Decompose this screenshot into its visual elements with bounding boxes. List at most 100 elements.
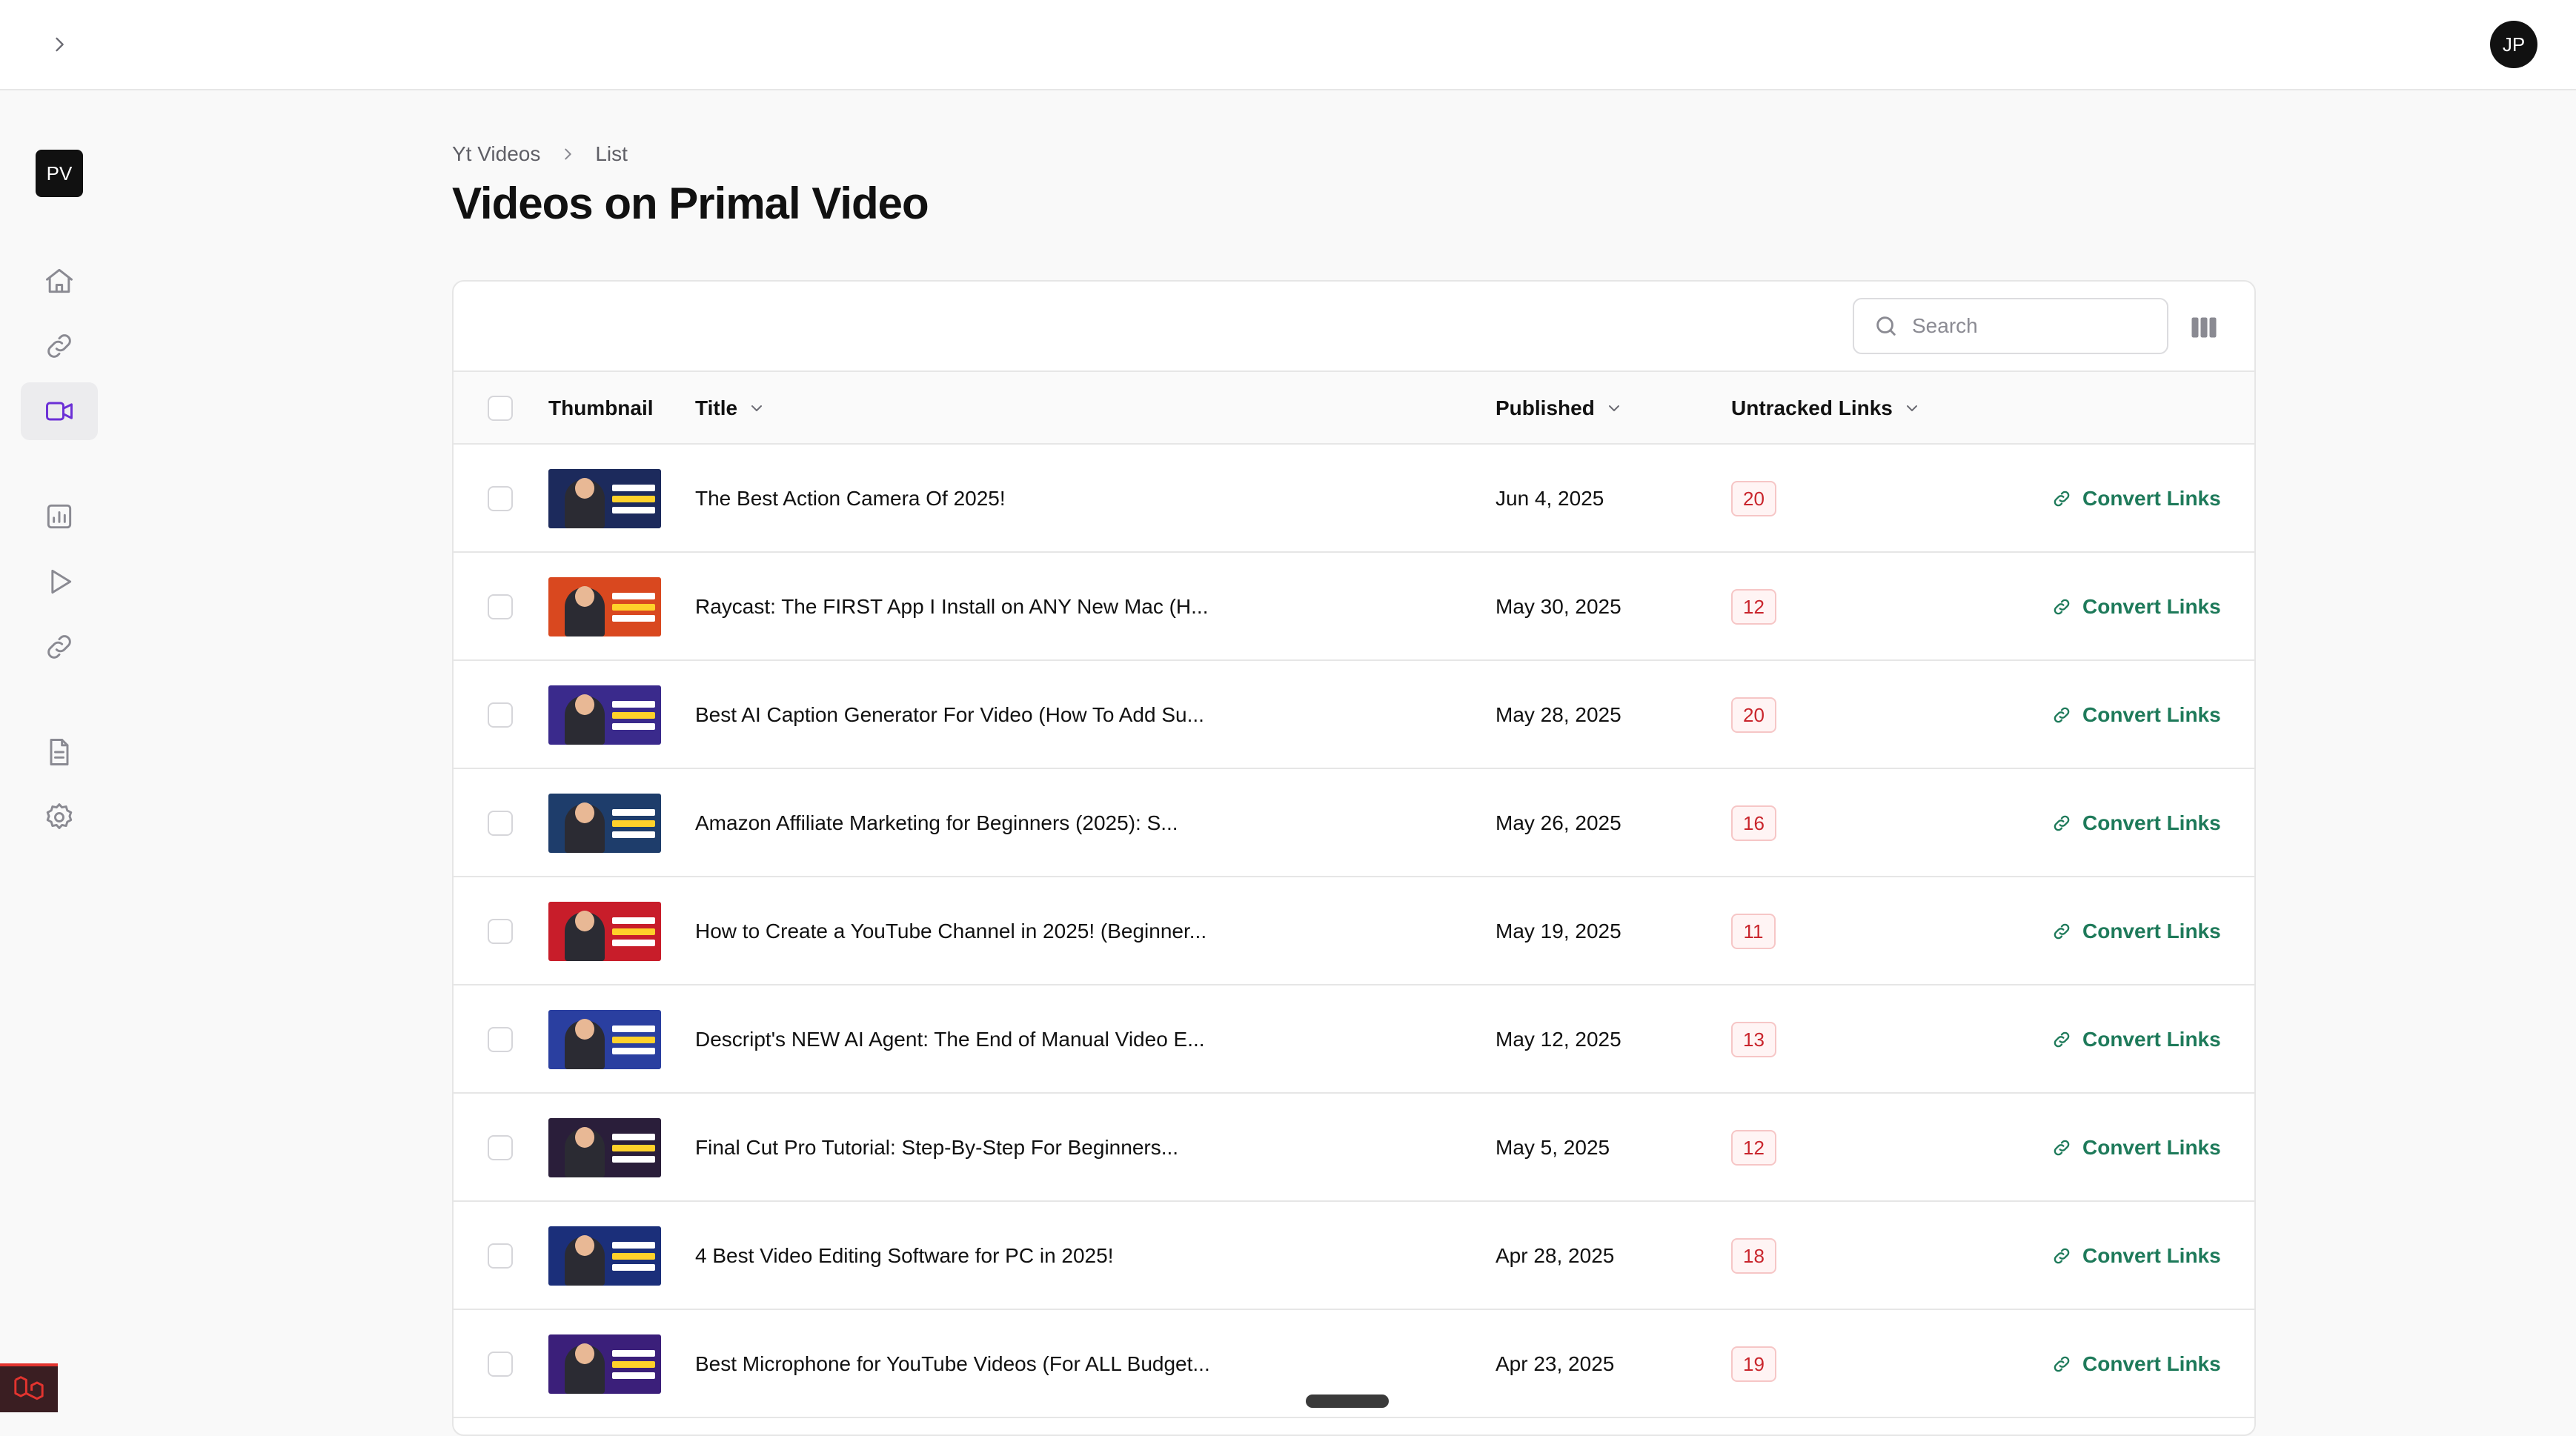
row-checkbox[interactable] [488, 594, 513, 619]
published-date: May 28, 2025 [1496, 703, 1621, 726]
thumbnail-face [575, 586, 594, 607]
toggle-columns-button[interactable] [2188, 311, 2220, 344]
column-header-published[interactable]: Published [1496, 372, 1623, 445]
link-icon [2054, 1248, 2070, 1264]
row-checkbox[interactable] [488, 919, 513, 944]
row-checkbox[interactable] [488, 1352, 513, 1377]
video-camera-icon [46, 402, 73, 421]
untracked-links-badge: 16 [1731, 805, 1776, 841]
convert-links-button[interactable]: Convert Links [2051, 985, 2221, 1094]
convert-links-button[interactable]: Convert Links [2051, 1202, 2221, 1310]
video-title: Raycast: The FIRST App I Install on ANY … [695, 595, 1209, 618]
table-header: Thumbnail Title Published Untracked Link… [454, 372, 2254, 445]
link-icon [2054, 1140, 2070, 1156]
table-row[interactable]: Descript's NEW AI Agent: The End of Manu… [454, 985, 2254, 1094]
untracked-links-badge: 18 [1731, 1238, 1776, 1274]
thumbnail-face [575, 1127, 594, 1148]
thumbnail-text [612, 800, 655, 847]
debug-toolbar-tab[interactable] [0, 1363, 58, 1412]
row-checkbox[interactable] [488, 1027, 513, 1052]
convert-links-button[interactable]: Convert Links [2051, 553, 2221, 661]
table-row[interactable]: The Best Action Camera Of 2025! Jun 4, 20… [454, 445, 2254, 553]
search-icon [1876, 316, 1896, 336]
convert-links-button[interactable]: Convert Links [2051, 1094, 2221, 1202]
table-row[interactable]: Amazon Affiliate Marketing for Beginners… [454, 769, 2254, 877]
chevron-down-icon [1608, 405, 1619, 411]
video-thumbnail[interactable] [548, 1010, 661, 1069]
untracked-links-badge: 13 [1731, 1022, 1776, 1057]
user-avatar[interactable]: JP [2490, 21, 2537, 68]
convert-links-button[interactable]: Convert Links [2051, 445, 2221, 553]
sidebar-item-home[interactable] [21, 252, 98, 310]
video-thumbnail[interactable] [548, 1118, 661, 1177]
thumbnail-text [612, 908, 655, 955]
thumbnail-text [612, 1124, 655, 1171]
convert-links-button[interactable]: Convert Links [2051, 661, 2221, 769]
table-row[interactable]: How to Create a YouTube Channel in 2025!… [454, 877, 2254, 985]
scroll-handle[interactable] [1306, 1395, 1389, 1408]
table-row[interactable]: Final Cut Pro Tutorial: Step-By-Step For… [454, 1094, 2254, 1202]
video-thumbnail[interactable] [548, 1226, 661, 1286]
sidebar-item-links[interactable] [21, 317, 98, 375]
home-icon [46, 268, 73, 293]
published-date: Apr 28, 2025 [1496, 1244, 1615, 1267]
published-date: May 19, 2025 [1496, 920, 1621, 943]
link-icon [2054, 707, 2070, 723]
select-all-checkbox[interactable] [488, 396, 513, 421]
row-checkbox[interactable] [488, 702, 513, 728]
row-checkbox[interactable] [488, 811, 513, 836]
columns-icon [2191, 317, 2217, 338]
thumbnail-face [575, 1235, 594, 1256]
convert-links-label: Convert Links [2082, 920, 2221, 943]
row-checkbox[interactable] [488, 486, 513, 511]
column-header-untracked-links[interactable]: Untracked Links [1731, 372, 1921, 445]
link-icon [47, 334, 71, 358]
play-icon [51, 569, 72, 594]
sidebar-item-documents[interactable] [21, 723, 98, 781]
chevron-right-icon [565, 148, 572, 160]
chart-icon [47, 504, 72, 529]
video-title: Best AI Caption Generator For Video (How… [695, 703, 1204, 726]
link-icon [2054, 491, 2070, 507]
video-thumbnail[interactable] [548, 469, 661, 528]
convert-links-label: Convert Links [2082, 487, 2221, 510]
table-row[interactable]: Raycast: The FIRST App I Install on ANY … [454, 553, 2254, 661]
table-row[interactable]: Best AI Caption Generator For Video (How… [454, 661, 2254, 769]
table-body: The Best Action Camera Of 2025! Jun 4, 20… [454, 445, 2254, 1418]
breadcrumb-item-yt-videos[interactable]: Yt Videos [452, 142, 540, 166]
search-input[interactable] [1912, 314, 2149, 338]
convert-links-button[interactable]: Convert Links [2051, 769, 2221, 877]
sidebar-item-play[interactable] [21, 553, 98, 611]
row-checkbox[interactable] [488, 1135, 513, 1160]
thumbnail-text [612, 583, 655, 631]
sidebar-item-settings[interactable] [21, 788, 98, 846]
thumbnail-face [575, 802, 594, 823]
published-date: May 5, 2025 [1496, 1136, 1610, 1159]
published-date: May 12, 2025 [1496, 1028, 1621, 1051]
sidebar-item-videos[interactable] [21, 382, 98, 440]
sidebar-item-tracked-links[interactable] [21, 618, 98, 676]
convert-links-button[interactable]: Convert Links [2051, 1310, 2221, 1418]
table-row[interactable]: 4 Best Video Editing Software for PC in … [454, 1202, 2254, 1310]
thumbnail-face [575, 694, 594, 715]
sidebar-item-analytics[interactable] [21, 488, 98, 545]
thumbnail-face [575, 911, 594, 931]
column-header-title[interactable]: Title [695, 372, 766, 445]
search-box[interactable] [1853, 298, 2168, 354]
video-thumbnail[interactable] [548, 1334, 661, 1394]
link-icon [2054, 815, 2070, 831]
row-checkbox[interactable] [488, 1243, 513, 1269]
video-thumbnail[interactable] [548, 794, 661, 853]
brand-logo[interactable]: PV [36, 150, 83, 197]
expand-sidebar-button[interactable] [42, 27, 77, 62]
column-header-thumbnail: Thumbnail [548, 396, 654, 419]
thumbnail-face [575, 1019, 594, 1040]
convert-links-label: Convert Links [2082, 1136, 2221, 1159]
untracked-links-badge: 12 [1731, 589, 1776, 625]
thumbnail-text [612, 475, 655, 522]
video-thumbnail[interactable] [548, 577, 661, 636]
convert-links-button[interactable]: Convert Links [2051, 877, 2221, 985]
video-thumbnail[interactable] [548, 902, 661, 961]
video-thumbnail[interactable] [548, 685, 661, 745]
videos-table-card: Thumbnail Title Published Untracked Link… [452, 280, 2256, 1436]
